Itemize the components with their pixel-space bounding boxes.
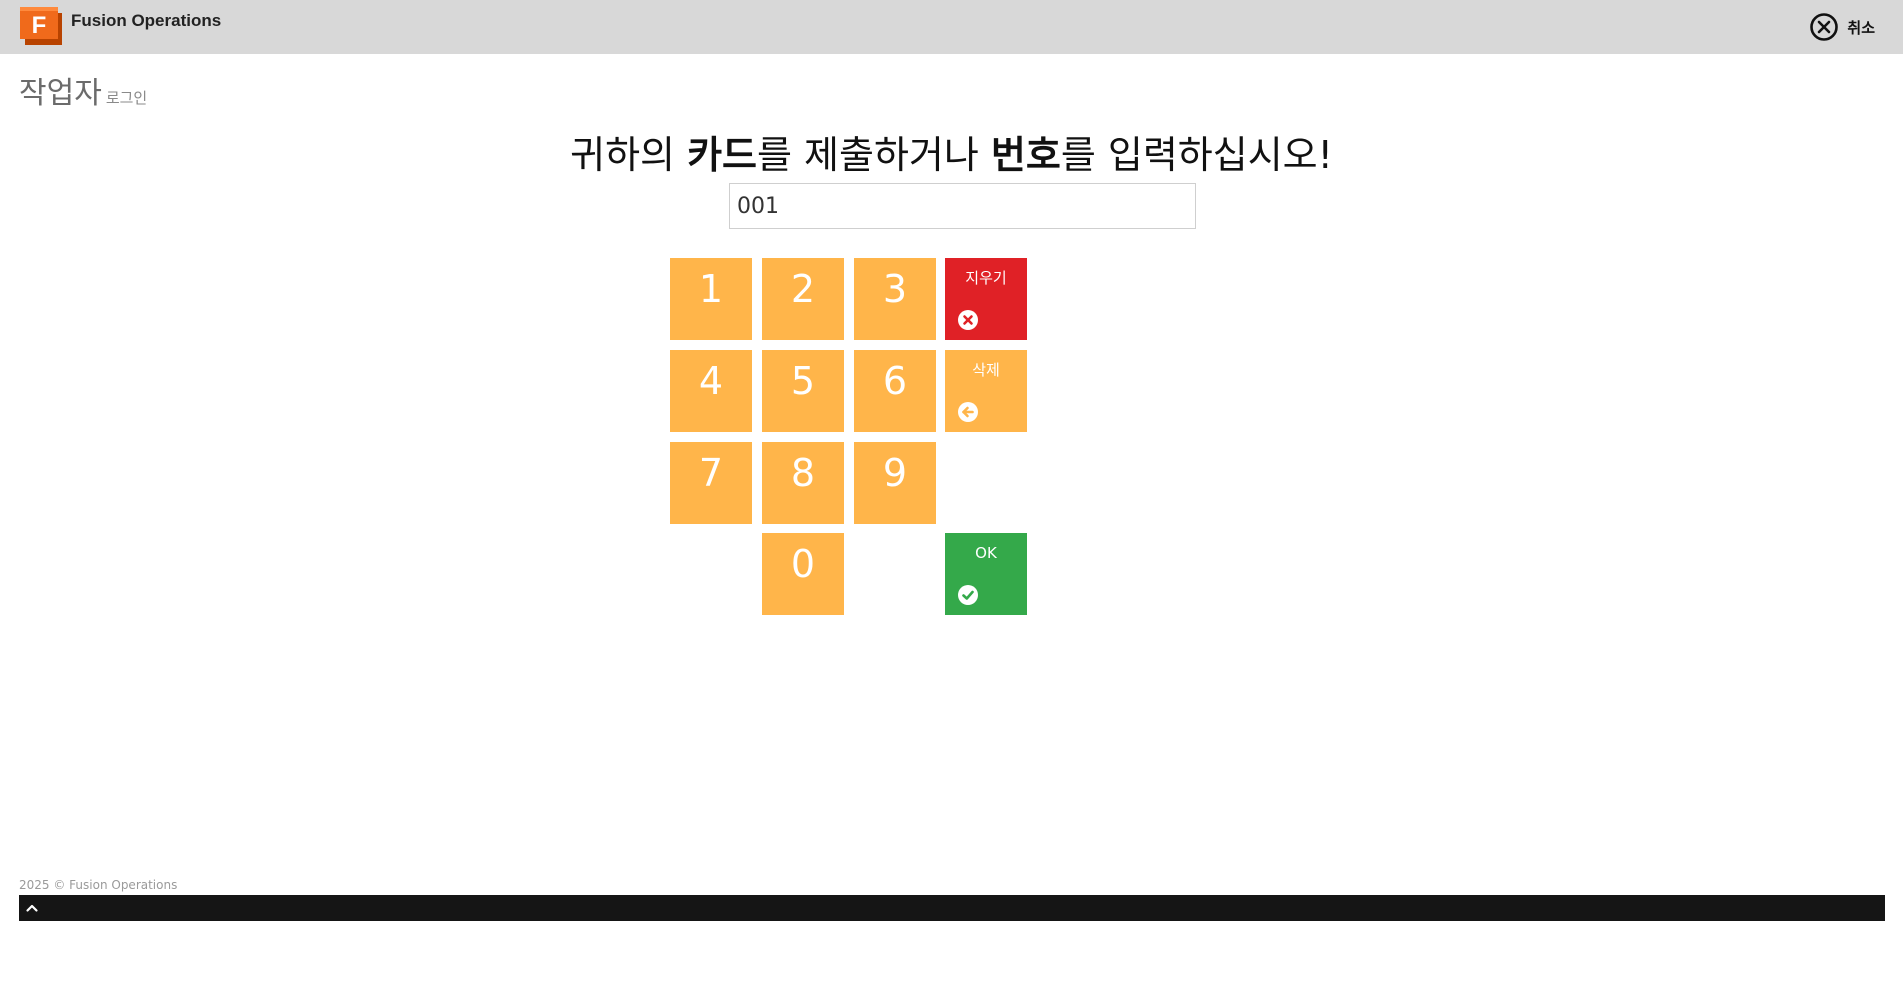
key-3-label: 3 bbox=[882, 267, 908, 311]
app-title: Fusion Operations bbox=[71, 11, 222, 30]
login-prompt: 귀하의 카드를 제출하거나 번호를 입력하십시오! bbox=[0, 124, 1903, 179]
key-3[interactable]: 3 bbox=[854, 258, 936, 340]
key-7-label: 7 bbox=[698, 451, 724, 495]
key-8[interactable]: 8 bbox=[762, 442, 844, 524]
page-title: 작업자 로그인 bbox=[19, 68, 147, 112]
key-4-label: 4 bbox=[698, 359, 724, 403]
key-6[interactable]: 6 bbox=[854, 350, 936, 432]
key-1-label: 1 bbox=[698, 267, 724, 311]
page-subtitle: 로그인 bbox=[105, 89, 148, 107]
cancel-label: 취소 bbox=[1847, 18, 1875, 37]
key-4[interactable]: 4 bbox=[670, 350, 752, 432]
delete-label: 삭제 bbox=[972, 361, 1000, 379]
operator-number-input[interactable] bbox=[729, 183, 1196, 229]
app-logo: F bbox=[20, 5, 62, 45]
prompt-part2: 를 제출하거나 bbox=[757, 133, 991, 177]
key-0[interactable]: 0 bbox=[762, 533, 844, 615]
logo-letter: F bbox=[32, 12, 47, 39]
top-bar: F Fusion Operations 취소 bbox=[0, 0, 1903, 54]
times-circle-icon bbox=[958, 310, 978, 330]
key-6-label: 6 bbox=[882, 359, 908, 403]
page-title-text: 작업자 bbox=[19, 76, 102, 111]
ok-label: OK bbox=[975, 544, 997, 562]
close-circle-icon bbox=[1810, 13, 1839, 41]
clear-button[interactable]: 지우기 bbox=[945, 258, 1027, 340]
key-2-label: 2 bbox=[790, 267, 816, 311]
key-2[interactable]: 2 bbox=[762, 258, 844, 340]
prompt-part1: 귀하의 bbox=[570, 133, 688, 177]
clear-label: 지우기 bbox=[965, 269, 1007, 287]
key-0-label: 0 bbox=[790, 542, 816, 586]
prompt-bold-card: 카드 bbox=[687, 133, 757, 177]
prompt-part3: 를 입력하십시오! bbox=[1060, 133, 1333, 177]
key-5-label: 5 bbox=[790, 359, 816, 403]
chevron-up-icon[interactable] bbox=[25, 901, 39, 915]
key-9[interactable]: 9 bbox=[854, 442, 936, 524]
prompt-bold-number: 번호 bbox=[990, 133, 1061, 177]
cancel-button[interactable]: 취소 bbox=[1809, 11, 1875, 43]
key-8-label: 8 bbox=[790, 451, 816, 495]
delete-button[interactable]: 삭제 bbox=[945, 350, 1027, 432]
key-5[interactable]: 5 bbox=[762, 350, 844, 432]
check-circle-icon bbox=[958, 585, 978, 605]
key-1[interactable]: 1 bbox=[670, 258, 752, 340]
copyright-text: 2025 © Fusion Operations bbox=[19, 878, 178, 892]
arrow-left-circle-icon bbox=[958, 402, 978, 422]
ok-button[interactable]: OK bbox=[945, 533, 1027, 615]
key-7[interactable]: 7 bbox=[670, 442, 752, 524]
bottom-bar bbox=[19, 895, 1885, 921]
key-9-label: 9 bbox=[882, 451, 908, 495]
